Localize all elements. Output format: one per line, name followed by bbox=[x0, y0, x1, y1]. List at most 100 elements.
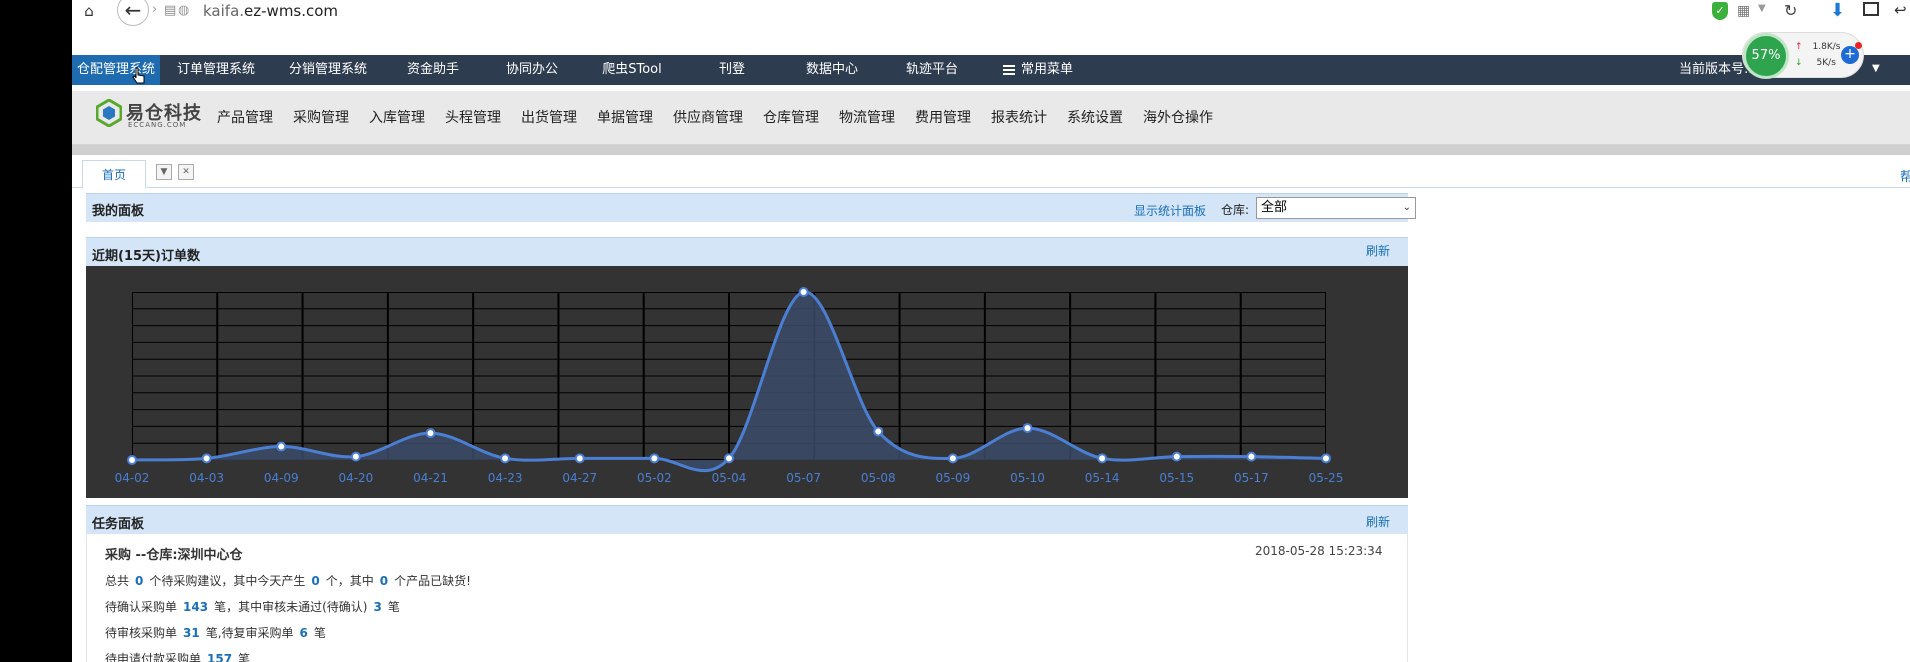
count-link[interactable]: 6 bbox=[300, 626, 308, 640]
chevron-down-icon[interactable]: ▼ bbox=[1872, 63, 1880, 74]
data-point bbox=[1246, 451, 1257, 462]
task-section-title: 采购 --仓库:深圳中心仓 bbox=[105, 548, 243, 563]
task-panel-title: 任务面板 bbox=[92, 517, 145, 532]
url-prefix: kaifa. bbox=[203, 2, 245, 20]
module-item-settings[interactable]: 系统设置 bbox=[1067, 91, 1123, 145]
divider bbox=[72, 145, 1910, 155]
chart-panel-header: 近期(15天)订单数 刷新 bbox=[86, 237, 1408, 266]
data-point bbox=[574, 453, 585, 464]
tab-bar: 首页 ▼ ✕ 帮 bbox=[72, 158, 1910, 188]
data-point bbox=[201, 453, 212, 464]
x-tick-label: 04-23 bbox=[488, 471, 523, 485]
text: 待审核采购单 bbox=[105, 626, 178, 640]
data-point bbox=[724, 453, 734, 464]
nav-item-order-system[interactable]: 订单管理系统 bbox=[160, 55, 272, 85]
count-link[interactable]: 0 bbox=[135, 574, 143, 588]
module-item-reports[interactable]: 报表统计 bbox=[991, 91, 1047, 145]
back-to-app-icon[interactable]: ↩ bbox=[1894, 1, 1907, 19]
data-point bbox=[873, 426, 884, 437]
home-icon[interactable]: ⌂ bbox=[80, 2, 98, 20]
show-stats-link[interactable]: 显示统计面板 bbox=[1134, 202, 1206, 219]
task-refresh-link[interactable]: 刷新 bbox=[1366, 513, 1390, 530]
menu-icon bbox=[1002, 64, 1015, 75]
upload-speed-value: 1.8K/s bbox=[1812, 42, 1841, 52]
window-icon[interactable] bbox=[1863, 2, 1879, 16]
count-link[interactable]: 3 bbox=[373, 600, 381, 614]
tab-list-icon[interactable]: ▤ bbox=[164, 3, 176, 18]
chart-refresh-link[interactable]: 刷新 bbox=[1366, 242, 1390, 259]
module-item-purchase[interactable]: 采购管理 bbox=[293, 91, 349, 145]
data-point bbox=[425, 428, 436, 439]
upload-speed: ↑ 1.8K/s bbox=[1795, 42, 1840, 52]
brand-logo[interactable]: 易仓科技 ECCANG.COM bbox=[96, 99, 206, 129]
download-icon[interactable]: ⬇ bbox=[1830, 0, 1845, 21]
brand-logo-mark bbox=[96, 99, 122, 127]
reload-icon[interactable]: ↻ bbox=[1784, 1, 1797, 20]
nav-item-collaboration[interactable]: 协同办公 bbox=[482, 55, 582, 85]
x-tick-label: 04-09 bbox=[264, 471, 299, 485]
chevron-down-icon[interactable]: ▼ bbox=[1758, 3, 1766, 14]
module-item-overseas-warehouse[interactable]: 海外仓操作 bbox=[1143, 91, 1213, 145]
count-link[interactable]: 143 bbox=[183, 600, 208, 614]
x-tick-label: 05-15 bbox=[1159, 471, 1194, 485]
x-tick-label: 04-20 bbox=[338, 471, 373, 485]
count-link[interactable]: 0 bbox=[380, 574, 388, 588]
common-menu-label: 常用菜单 bbox=[1020, 62, 1073, 77]
desktop-left-edge bbox=[0, 0, 72, 662]
down-arrow-icon: ↓ bbox=[1795, 58, 1803, 68]
nav-item-crawler-tool[interactable]: 爬虫STool bbox=[582, 55, 682, 85]
x-tick-label: 05-07 bbox=[786, 471, 821, 485]
module-item-first-leg[interactable]: 头程管理 bbox=[445, 91, 501, 145]
task-panel-body: 采购 --仓库:深圳中心仓 2018-05-28 15:23:34 总共 0 个待采… bbox=[86, 534, 1408, 662]
tab-dropdown-icon[interactable]: ▼ bbox=[156, 164, 172, 180]
text: 个，其中 bbox=[325, 574, 374, 588]
data-point bbox=[1171, 451, 1182, 462]
count-link[interactable]: 157 bbox=[207, 652, 232, 662]
nav-item-data-center[interactable]: 数据中心 bbox=[782, 55, 882, 85]
module-item-logistics[interactable]: 物流管理 bbox=[839, 91, 895, 145]
module-item-warehouse[interactable]: 仓库管理 bbox=[763, 91, 819, 145]
notification-dot bbox=[1855, 42, 1862, 49]
hand-cursor-icon bbox=[132, 67, 145, 84]
up-arrow-icon: ↑ bbox=[1795, 42, 1803, 52]
count-link[interactable]: 0 bbox=[311, 574, 319, 588]
data-point bbox=[500, 453, 511, 464]
help-link[interactable]: 帮 bbox=[1900, 166, 1910, 185]
network-speed-widget[interactable]: 57% ↑ 1.8K/s ↓ 5K/s + bbox=[1742, 32, 1864, 79]
download-speed: ↓ 5K/s bbox=[1795, 58, 1836, 68]
my-panel-header: 我的面板 显示统计面板 仓库: 全部 ⌄ bbox=[86, 193, 1416, 222]
module-item-inbound[interactable]: 入库管理 bbox=[369, 91, 425, 145]
module-item-fees[interactable]: 费用管理 bbox=[915, 91, 971, 145]
nav-item-listing[interactable]: 刊登 bbox=[682, 55, 782, 85]
nav-item-warehouse-system[interactable]: 仓配管理系统 bbox=[72, 55, 160, 85]
close-icon[interactable]: ✕ bbox=[178, 164, 194, 180]
text: 笔 bbox=[313, 626, 326, 640]
module-item-supplier[interactable]: 供应商管理 bbox=[673, 91, 743, 145]
x-tick-label: 04-21 bbox=[413, 471, 448, 485]
chart-panel-title: 近期(15天)订单数 bbox=[92, 249, 200, 264]
nav-item-fund-assistant[interactable]: 资金助手 bbox=[384, 55, 482, 85]
chevron-down-icon: ⌄ bbox=[1402, 202, 1411, 213]
site-info-icon[interactable]: ◍ bbox=[178, 3, 189, 18]
forward-arrow-icon[interactable]: › bbox=[152, 2, 157, 17]
text: 笔,待复审采购单 bbox=[205, 626, 294, 640]
module-item-outbound[interactable]: 出货管理 bbox=[521, 91, 577, 145]
text: 笔 bbox=[238, 652, 251, 662]
task-line-to-review: 待审核采购单 31 笔,待复审采购单 6 笔 bbox=[105, 624, 326, 641]
shield-check-icon[interactable]: ✓ bbox=[1712, 2, 1728, 20]
tab-home[interactable]: 首页 bbox=[82, 160, 146, 188]
browser-window: ⌂ ← › ▤ ◍ kaifa.ez-wms.com ✓ ▦ ▼ ↻ ⬇ ↩ 仓… bbox=[72, 0, 1910, 662]
brand-sub: ECCANG.COM bbox=[128, 121, 187, 129]
qr-code-icon[interactable]: ▦ bbox=[1737, 3, 1750, 19]
nav-item-distribution-system[interactable]: 分销管理系统 bbox=[272, 55, 384, 85]
module-item-product[interactable]: 产品管理 bbox=[217, 91, 273, 145]
nav-item-track-platform[interactable]: 轨迹平台 bbox=[882, 55, 982, 85]
warehouse-select[interactable]: 全部 ⌄ bbox=[1256, 197, 1416, 219]
module-item-documents[interactable]: 单据管理 bbox=[597, 91, 653, 145]
data-point bbox=[798, 287, 809, 297]
count-link[interactable]: 31 bbox=[183, 626, 200, 640]
address-bar[interactable]: kaifa.ez-wms.com bbox=[203, 2, 338, 20]
back-arrow-icon[interactable]: ← bbox=[117, 0, 149, 26]
data-point bbox=[947, 453, 958, 464]
nav-item-common-menu[interactable]: 常用菜单 bbox=[988, 55, 1088, 85]
